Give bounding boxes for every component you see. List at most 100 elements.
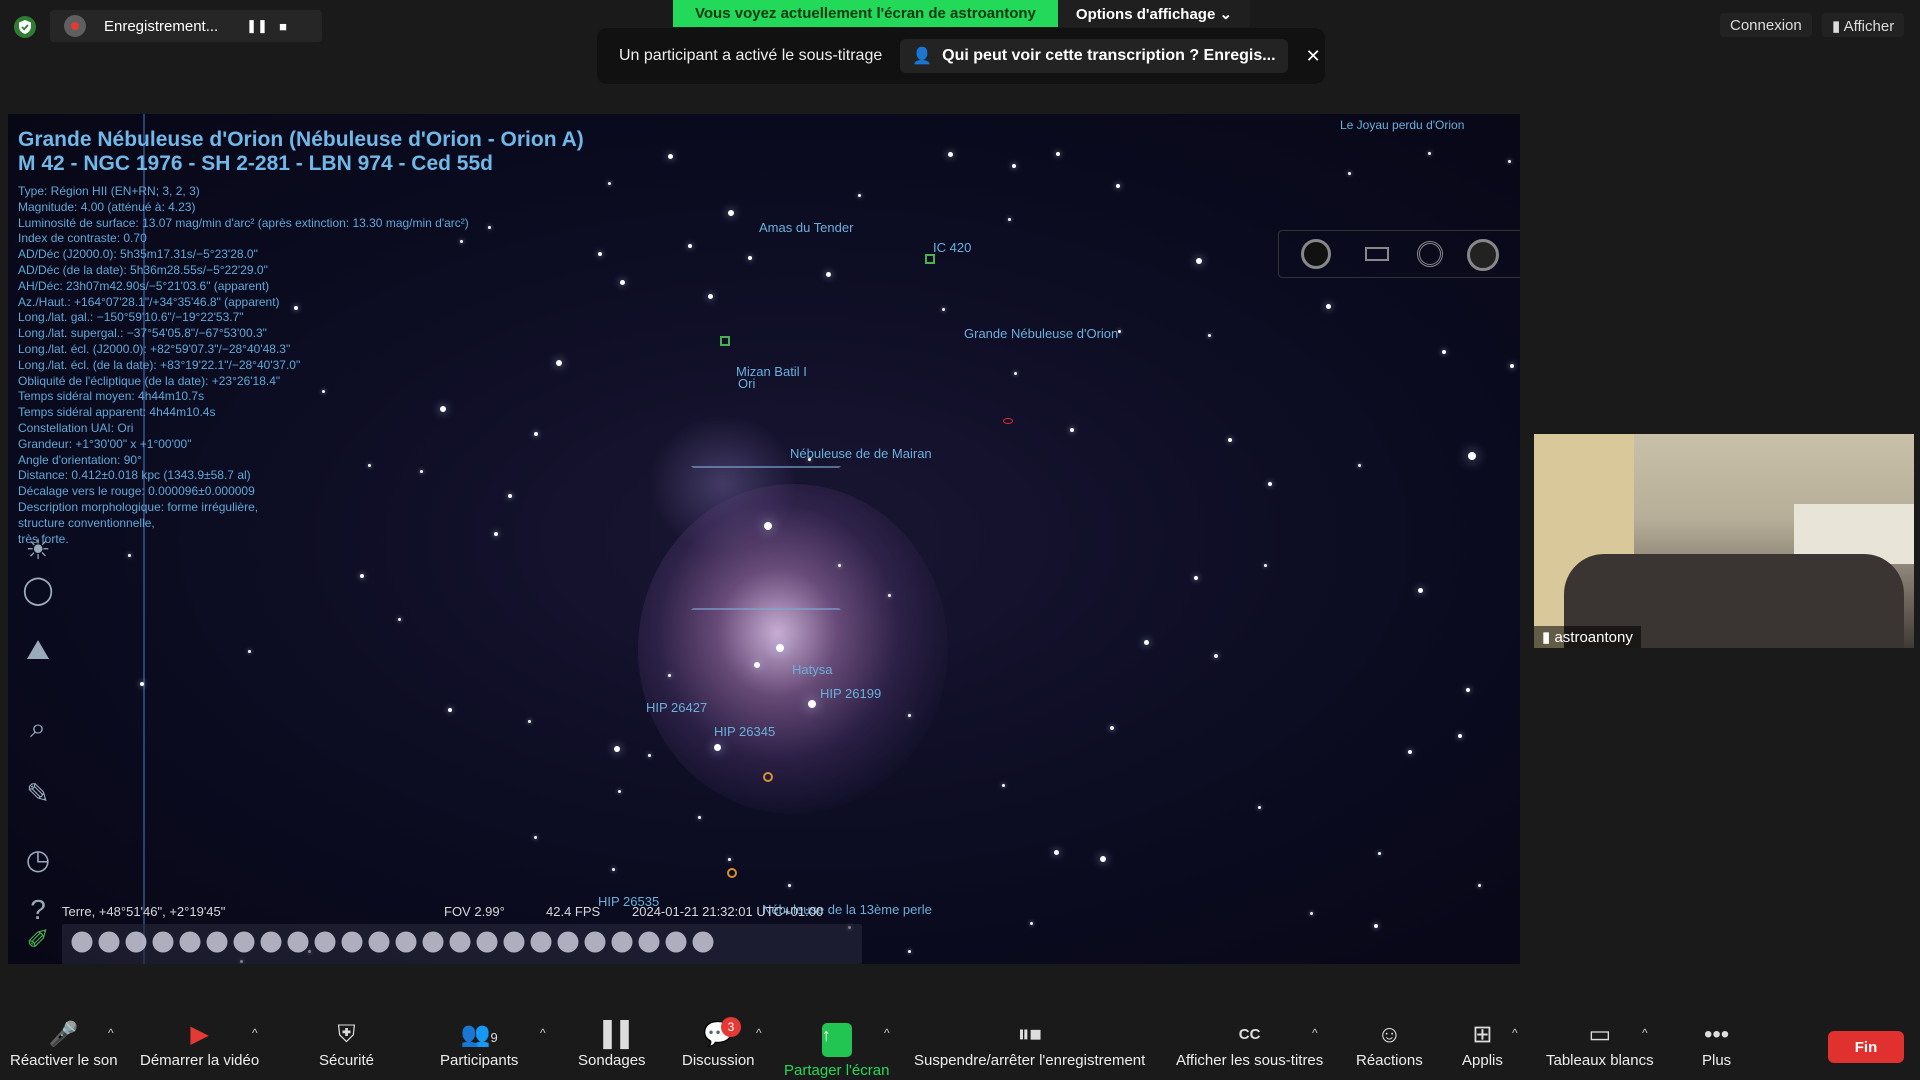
- info-row: Angle d'orientation: 90°: [18, 452, 142, 467]
- chevron-up-icon[interactable]: ^: [1512, 1026, 1518, 1040]
- participant-video[interactable]: [1534, 434, 1914, 648]
- recording-label: Enregistrement...: [104, 17, 219, 35]
- chat-label: Discussion: [682, 1052, 755, 1069]
- chevron-up-icon[interactable]: ^: [252, 1026, 258, 1040]
- info-row: AH/Déc: 23h07m42.90s/−5°21'03.6" (appare…: [18, 278, 270, 293]
- afficher-button[interactable]: ▮ Afficher: [1822, 13, 1905, 37]
- polls-button[interactable]: ▐▐ Sondages: [578, 1018, 646, 1069]
- chevron-up-icon[interactable]: ^: [884, 1026, 890, 1040]
- satellites-icon[interactable]: [449, 931, 471, 953]
- atmosphere-icon[interactable]: [260, 931, 282, 953]
- check-icon[interactable]: ◯: [18, 570, 58, 610]
- pencil-icon[interactable]: ✐: [18, 920, 58, 960]
- participants-button[interactable]: 👥9 Participants: [440, 1018, 518, 1069]
- pause-icon[interactable]: ❚❚: [244, 18, 270, 34]
- clock-icon[interactable]: ◷: [18, 840, 58, 880]
- chevron-up-icon[interactable]: ^: [540, 1026, 546, 1040]
- security-button[interactable]: ⛨ Sécurité: [319, 1018, 374, 1069]
- connexion-button[interactable]: Connexion: [1720, 13, 1812, 37]
- constellation-lines-icon[interactable]: [71, 931, 93, 953]
- record-control-button[interactable]: ⏸⏹ Suspendre/arrêter l'enregistrement: [914, 1018, 1145, 1069]
- meteor-icon[interactable]: [476, 931, 498, 953]
- apps-icon: ⊞: [1472, 1021, 1493, 1048]
- ground-icon[interactable]: [206, 931, 228, 953]
- star: [1458, 734, 1462, 738]
- more-label: Plus: [1702, 1052, 1732, 1069]
- equatorial-grid-icon[interactable]: [152, 931, 174, 953]
- telescope-icon[interactable]: [1467, 239, 1499, 271]
- unmute-button[interactable]: 🎤 Réactiver le son: [10, 1018, 118, 1069]
- forward-icon[interactable]: [665, 931, 687, 953]
- rewind-icon[interactable]: [584, 931, 606, 953]
- nebula-icon[interactable]: [287, 931, 309, 953]
- fullscreen-icon[interactable]: [368, 931, 390, 953]
- stop-icon[interactable]: ■: [270, 19, 296, 34]
- search-icon[interactable]: ⌕: [18, 708, 58, 748]
- caption-who-button[interactable]: 👤 Qui peut voir cette transcription ? Enr…: [900, 39, 1288, 73]
- rectangle-icon[interactable]: [1365, 247, 1389, 261]
- start-video-button[interactable]: ▶ Démarrer la vidéo: [140, 1018, 259, 1069]
- constellation-names-icon[interactable]: [98, 931, 120, 953]
- green-marker: [720, 336, 730, 346]
- equatorial-mount-icon[interactable]: [341, 931, 363, 953]
- window-icon[interactable]: [422, 931, 444, 953]
- info-row: AD/Déc (J2000.0): 5h35m17.31s/−5°23'28.0…: [18, 247, 258, 262]
- star: [448, 708, 452, 712]
- constellation-art-icon[interactable]: [125, 931, 147, 953]
- star: [708, 294, 713, 299]
- whiteboards-button[interactable]: ▭ Tableaux blancs: [1546, 1018, 1654, 1069]
- signal-icon: ▮: [1542, 629, 1551, 646]
- play-icon[interactable]: [611, 931, 633, 953]
- planets-icon[interactable]: [314, 931, 336, 953]
- view-options-button[interactable]: Options d'affichage ⌄: [1057, 0, 1251, 27]
- apps-button[interactable]: ⊞ Applis: [1462, 1018, 1503, 1069]
- info-row: Luminosité de surface: 13.07 mag/min d'a…: [18, 215, 469, 230]
- chat-button[interactable]: 💬 Discussion: [682, 1018, 755, 1069]
- record-label: Suspendre/arrêter l'enregistrement: [914, 1052, 1146, 1069]
- azimuthal-grid-icon[interactable]: [179, 931, 201, 953]
- star: [1196, 258, 1202, 264]
- reactions-button[interactable]: ☺ Réactions: [1356, 1018, 1423, 1069]
- info-row: très forte.: [18, 531, 69, 546]
- sky-settings-icon[interactable]: ☀: [18, 530, 58, 570]
- star: [1014, 372, 1017, 375]
- telescope-icon[interactable]: [503, 931, 525, 953]
- settings-icon[interactable]: ✎: [18, 774, 58, 814]
- star: [534, 836, 537, 839]
- chevron-up-icon[interactable]: ^: [1642, 1026, 1648, 1040]
- participants-count: 9: [490, 1030, 498, 1045]
- info-row: Décalage vers le rouge: 0.000096±0.00000…: [18, 484, 255, 499]
- chevron-up-icon[interactable]: ^: [756, 1026, 762, 1040]
- plus-icon[interactable]: [557, 931, 579, 953]
- star: [620, 280, 625, 285]
- moon-icon[interactable]: [530, 931, 552, 953]
- share-notice-bar: Vous voyez actuellement l'écran de astro…: [673, 0, 1251, 27]
- close-icon[interactable]: ✕: [1306, 46, 1321, 67]
- eye-icon[interactable]: [395, 931, 417, 953]
- green-marker: [925, 254, 935, 264]
- planet-icon[interactable]: [1301, 239, 1331, 269]
- target-icon[interactable]: [1417, 241, 1443, 267]
- share-screen-button[interactable]: ↑ Partager l'écran: [784, 1018, 889, 1079]
- reactions-label: Réactions: [1356, 1052, 1423, 1069]
- chevron-up-icon[interactable]: ^: [1312, 1026, 1318, 1040]
- unmute-label: Réactiver le son: [10, 1052, 118, 1069]
- star: [1408, 750, 1412, 754]
- star: [1466, 688, 1470, 692]
- star: [826, 272, 831, 277]
- star: [1056, 152, 1060, 156]
- captions-button[interactable]: CC Afficher les sous-titres: [1176, 1018, 1323, 1069]
- chevron-up-icon[interactable]: ^: [108, 1026, 114, 1040]
- more-button[interactable]: ••• Plus: [1702, 1018, 1731, 1069]
- power-icon[interactable]: [692, 931, 714, 953]
- selection-marker: [691, 466, 841, 610]
- end-meeting-button[interactable]: Fin: [1828, 1031, 1904, 1063]
- cardinal-points-icon[interactable]: [233, 931, 255, 953]
- star: [614, 746, 620, 752]
- time-now-icon[interactable]: [638, 931, 660, 953]
- star: [1418, 588, 1423, 593]
- shared-screen-stellarium[interactable]: Grande Nébuleuse d'Orion (Nébuleuse d'Or…: [8, 114, 1520, 964]
- sky-view-icon[interactable]: ⛰: [18, 630, 58, 670]
- security-shield-icon[interactable]: [14, 16, 36, 38]
- location-readout: Terre, +48°51'46", +2°19'45": [62, 904, 226, 919]
